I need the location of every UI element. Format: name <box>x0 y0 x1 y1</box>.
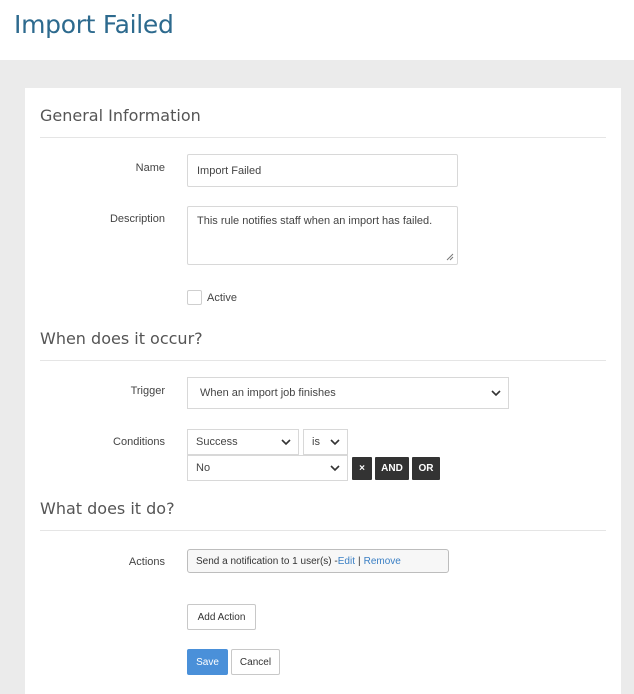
save-button[interactable]: Save <box>187 649 228 675</box>
action-item-text: Send a notification to 1 user(s) - <box>196 555 338 567</box>
description-textarea[interactable]: This rule notifies staff when an import … <box>187 206 458 265</box>
section-divider <box>40 360 606 361</box>
name-input[interactable] <box>187 154 458 187</box>
section-title-general: General Information <box>40 106 201 125</box>
trigger-select[interactable]: When an import job finishes <box>187 377 509 409</box>
conditions-label: Conditions <box>113 436 165 448</box>
active-checkbox[interactable] <box>187 290 202 305</box>
page-header: Import Failed <box>0 0 634 60</box>
or-button[interactable]: OR <box>412 457 440 480</box>
name-label: Name <box>135 162 165 174</box>
condition-value-select[interactable]: No <box>187 455 348 481</box>
condition-field-value: Success <box>196 436 238 448</box>
chevron-down-icon <box>330 465 340 472</box>
description-label: Description <box>109 213 165 225</box>
resize-grip-icon[interactable] <box>446 253 454 261</box>
trigger-select-value: When an import job finishes <box>200 387 336 399</box>
section-title-occurrence: When does it occur? <box>40 329 203 348</box>
page-title: Import Failed <box>14 10 174 39</box>
remove-action-link[interactable]: Remove <box>364 556 401 567</box>
trigger-label: Trigger <box>130 385 165 397</box>
active-label: Active <box>207 292 237 304</box>
section-divider <box>40 137 606 138</box>
add-action-button[interactable]: Add Action <box>187 604 256 630</box>
section-divider <box>40 530 606 531</box>
rule-form-panel: General Information Name Description Thi… <box>25 88 621 694</box>
section-title-actions: What does it do? <box>40 499 175 518</box>
remove-condition-button[interactable]: × <box>352 457 372 480</box>
condition-field-select[interactable]: Success <box>187 429 299 455</box>
edit-action-link[interactable]: Edit <box>338 556 355 567</box>
chevron-down-icon <box>330 439 340 446</box>
and-button[interactable]: AND <box>375 457 409 480</box>
chevron-down-icon <box>491 390 501 397</box>
condition-value-value: No <box>196 462 211 474</box>
action-separator: | <box>357 555 361 567</box>
action-item: Send a notification to 1 user(s) - Edit |… <box>187 549 449 573</box>
chevron-down-icon <box>281 439 291 446</box>
actions-label: Actions <box>128 556 165 568</box>
condition-operator-value: is <box>312 436 320 448</box>
cancel-button[interactable]: Cancel <box>231 649 280 675</box>
condition-operator-select[interactable]: is <box>303 429 348 455</box>
